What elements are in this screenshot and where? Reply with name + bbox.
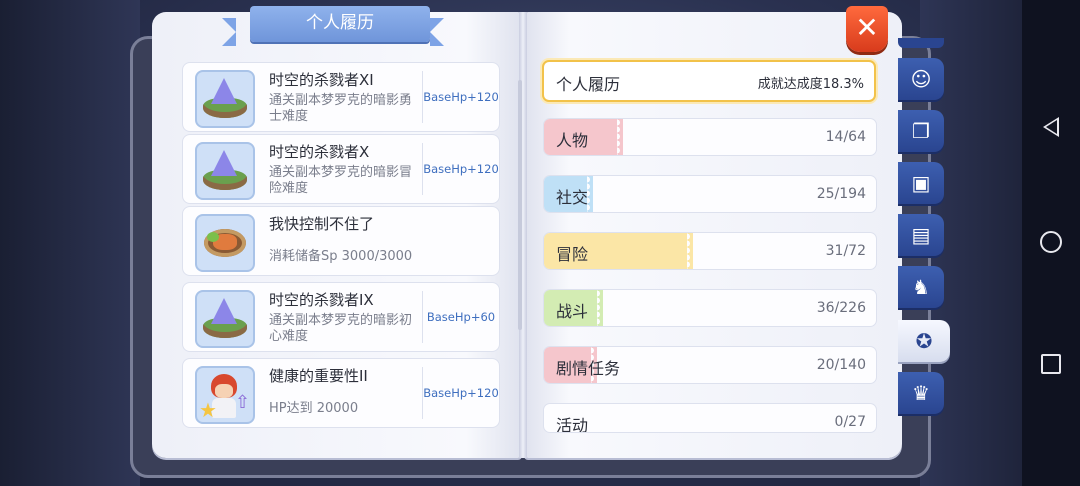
background-left (0, 0, 140, 486)
achievement-desc: 消耗储备Sp 3000/3000 (269, 249, 413, 264)
book-icon: ❐ (912, 119, 930, 143)
summary-title: 个人履历 (556, 75, 621, 94)
rocking-horse-icon: ♞ (912, 275, 930, 299)
briefcase-icon: ▤ (911, 223, 931, 247)
tab-rocking-horse[interactable]: ♞ (898, 266, 944, 308)
achievement-title: 时空的杀戮者XI (269, 71, 374, 89)
category-count: 0/27 (834, 414, 866, 430)
tab-card[interactable]: ▣ (898, 162, 944, 204)
achievement-desc: 通关副本梦罗克的暗影勇士难度 (269, 93, 413, 124)
achievement-desc: 通关副本梦罗克的暗影冒险难度 (269, 165, 413, 196)
achievement-item[interactable]: 时空的杀戮者X 通关副本梦罗克的暗影冒险难度 BaseHp+120 (182, 134, 500, 204)
category-label: 人物 (556, 131, 589, 150)
achievement-title: 时空的杀戮者IX (269, 291, 374, 309)
achievement-list[interactable]: 时空的杀戮者XI 通关副本梦罗克的暗影勇士难度 BaseHp+120 时空的杀戮… (178, 58, 506, 432)
crystal-island-icon (195, 142, 255, 200)
category-count: 20/140 (816, 357, 866, 373)
completion-rate: 成就达成度18.3% (757, 77, 864, 92)
tab-book[interactable]: ❐ (898, 110, 944, 152)
close-button[interactable]: ✕ (846, 6, 888, 52)
food-plate-icon (195, 214, 255, 272)
system-navbar (1022, 0, 1080, 486)
category-row[interactable]: 冒险 31/72 (543, 232, 877, 270)
tab-medal[interactable]: ✪ (898, 320, 950, 362)
category-row[interactable]: 社交 25/194 (543, 175, 877, 213)
summary-card[interactable]: 个人履历 成就达成度18.3% (542, 60, 876, 102)
side-tabs: ☺ ❐ ▣ ▤ ♞ ✪ ♛ (898, 38, 958, 428)
category-row[interactable]: 剧情任务 20/140 (543, 346, 877, 384)
category-label: 剧情任务 (556, 359, 621, 378)
achievement-reward: BaseHp+120 (422, 367, 499, 419)
crystal-island-icon (195, 290, 255, 348)
profile-icon: ☺ (910, 67, 932, 91)
recent-apps-icon[interactable] (1036, 349, 1066, 379)
achievement-title: 健康的重要性II (269, 367, 368, 385)
card-icon: ▣ (911, 171, 931, 195)
tab-rail-top (898, 38, 944, 48)
achievement-title: 时空的杀戮者X (269, 143, 370, 161)
medal-icon: ✪ (915, 329, 933, 353)
achievement-item[interactable]: 我快控制不住了 消耗储备Sp 3000/3000 (182, 206, 500, 276)
achievement-item[interactable]: ★ ⇧ 健康的重要性II HP达到 20000 BaseHp+120 (182, 358, 500, 428)
category-count: 36/226 (816, 300, 866, 316)
category-count: 31/72 (825, 243, 866, 259)
tab-cat-mask[interactable]: ♛ (898, 372, 944, 414)
crystal-island-icon (195, 70, 255, 128)
cat-mask-icon: ♛ (912, 381, 930, 405)
list-scrollbar[interactable] (518, 80, 522, 330)
achievement-item[interactable]: 时空的杀戮者IX 通关副本梦罗克的暗影初心难度 BaseHp+60 (182, 282, 500, 352)
tab-profile[interactable]: ☺ (898, 58, 944, 100)
achievement-reward: BaseHp+120 (422, 143, 499, 195)
back-icon[interactable] (1036, 112, 1066, 142)
achievement-reward: BaseHp+120 (422, 71, 499, 123)
achievement-desc: 通关副本梦罗克的暗影初心难度 (269, 313, 413, 344)
ribbon-tail-left (222, 18, 236, 46)
hero-levelup-icon: ★ ⇧ (195, 366, 255, 424)
category-label: 活动 (556, 416, 589, 433)
page-title: 个人履历 (250, 6, 430, 42)
category-count: 14/64 (825, 129, 866, 145)
achievement-title: 我快控制不住了 (269, 215, 375, 233)
category-count: 25/194 (816, 186, 866, 202)
category-row[interactable]: 战斗 36/226 (543, 289, 877, 327)
category-label: 社交 (556, 188, 589, 207)
category-row[interactable]: 活动 0/27 (543, 403, 877, 433)
ribbon-tail-right (430, 18, 444, 46)
category-row[interactable]: 人物 14/64 (543, 118, 877, 156)
achievement-reward: BaseHp+60 (422, 291, 499, 343)
home-icon[interactable] (1036, 227, 1066, 257)
category-label: 冒险 (556, 245, 589, 264)
achievement-item[interactable]: 时空的杀戮者XI 通关副本梦罗克的暗影勇士难度 BaseHp+120 (182, 62, 500, 132)
tab-briefcase[interactable]: ▤ (898, 214, 944, 256)
category-label: 战斗 (556, 302, 589, 321)
